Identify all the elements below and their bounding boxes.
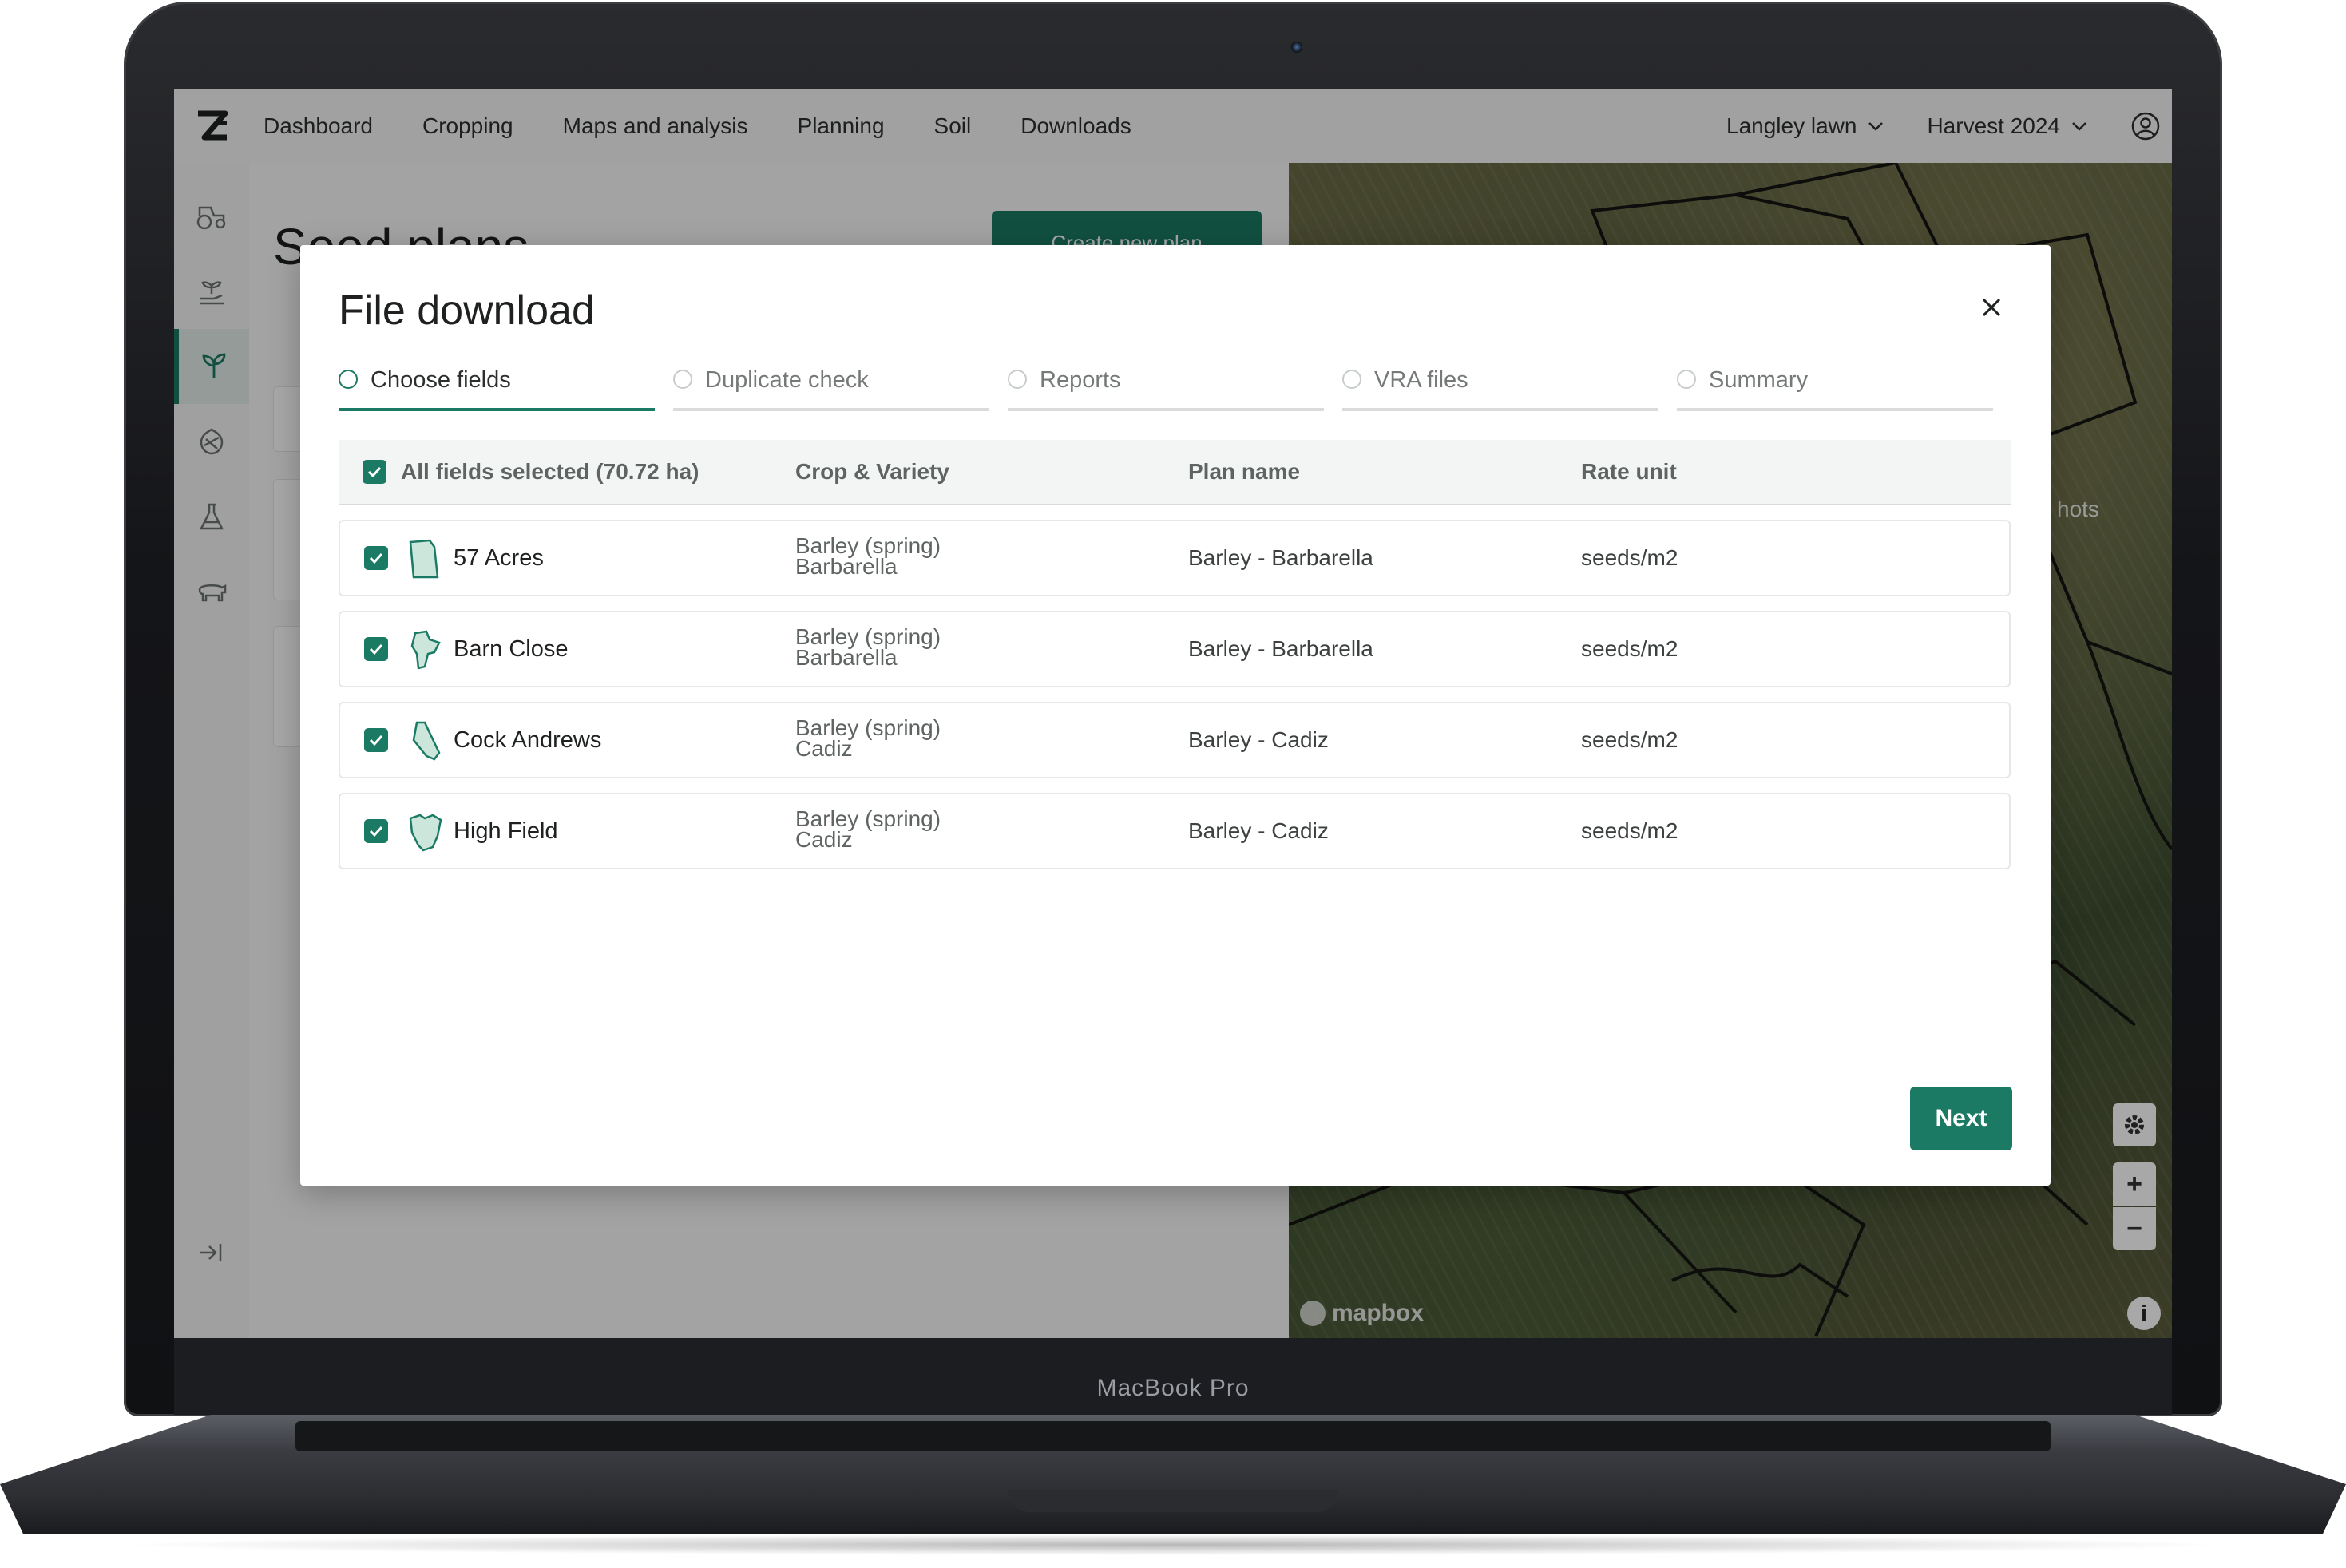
crop-variety: Barley (spring) Barbarella [795,626,941,670]
table-row[interactable]: Cock Andrews Barley (spring) Cadiz Barle… [339,702,2011,778]
field-shape-icon [410,630,441,670]
plan-name: Barley - Cadiz [1188,727,1329,752]
row-checkbox[interactable] [364,637,388,661]
plan-name: Barley - Cadiz [1188,818,1329,843]
lid-notch [1008,1490,1338,1512]
select-all-checkbox[interactable] [363,460,386,484]
step-label: Duplicate check [705,367,869,393]
field-shape-icon [409,539,439,579]
device-brand-label: MacBook Pro [1096,1375,1250,1401]
variety-name: Barbarella [795,554,898,579]
field-name: Cock Andrews [454,727,602,753]
table-row[interactable]: Barn Close Barley (spring) Barbarella Ba… [339,611,2011,687]
row-checkbox[interactable] [364,546,388,570]
step-vra-files[interactable]: VRA files [1342,365,1658,411]
step-indicator-icon [339,370,358,389]
step-indicator-icon [1677,370,1696,389]
row-checkbox[interactable] [364,728,388,752]
checkmark-icon [369,735,383,746]
rate-unit: seeds/m2 [1581,818,1678,843]
step-summary[interactable]: Summary [1677,365,1993,411]
next-button-label: Next [1935,1105,1987,1131]
webcam [1291,42,1302,53]
fields-table-header: All fields selected (70.72 ha) Crop & Va… [339,440,2011,505]
crop-variety: Barley (spring) Cadiz [795,717,941,761]
close-button[interactable] [1974,290,2009,325]
variety-name: Cadiz [795,827,853,852]
step-indicator-icon [1008,370,1027,389]
column-header-crop-variety[interactable]: Crop & Variety [795,440,949,504]
step-duplicate-check[interactable]: Duplicate check [673,365,989,411]
step-label: Choose fields [371,367,511,393]
column-header-plan-name[interactable]: Plan name [1188,440,1300,504]
checkmark-icon [369,552,383,564]
file-download-modal: File download Choose fields Duplicate ch… [300,245,2051,1186]
modal-title: File download [339,287,595,334]
checkmark-icon [369,826,383,837]
step-indicator-icon [673,370,692,389]
laptop-shadow [112,1534,2234,1555]
variety-name: Cadiz [795,736,853,761]
download-steps: Choose fields Duplicate check Reports VR… [339,365,1993,413]
variety-name: Barbarella [795,645,898,670]
screen: Dashboard Cropping Maps and analysis Pla… [174,89,2172,1338]
step-label: Reports [1040,367,1121,393]
select-all-label: All fields selected (70.72 ha) [401,459,699,484]
table-row[interactable]: 57 Acres Barley (spring) Barbarella Barl… [339,520,2011,596]
step-reports[interactable]: Reports [1008,365,1324,411]
crop-variety: Barley (spring) Cadiz [795,808,941,852]
field-shape-icon [409,814,442,852]
rate-unit: seeds/m2 [1581,636,1678,661]
field-name: Barn Close [454,636,569,662]
row-checkbox[interactable] [364,819,388,843]
crop-variety: Barley (spring) Barbarella [795,535,941,579]
column-header-rate-unit[interactable]: Rate unit [1581,440,1677,504]
field-shape-icon [412,721,441,761]
next-button[interactable]: Next [1910,1087,2012,1150]
step-label: VRA files [1374,367,1468,393]
step-label: Summary [1709,367,1809,393]
plan-name: Barley - Barbarella [1188,545,1373,570]
table-row[interactable]: High Field Barley (spring) Cadiz Barley … [339,793,2011,869]
rate-unit: seeds/m2 [1581,545,1678,570]
plan-name: Barley - Barbarella [1188,636,1373,661]
step-choose-fields[interactable]: Choose fields [339,365,655,411]
rate-unit: seeds/m2 [1581,727,1678,752]
checkmark-icon [369,643,383,655]
keyboard-edge [295,1421,2051,1451]
step-indicator-icon [1342,370,1361,389]
field-name: High Field [454,818,558,844]
field-name: 57 Acres [454,545,544,571]
close-icon [1982,298,2001,317]
checkmark-icon [367,466,382,478]
